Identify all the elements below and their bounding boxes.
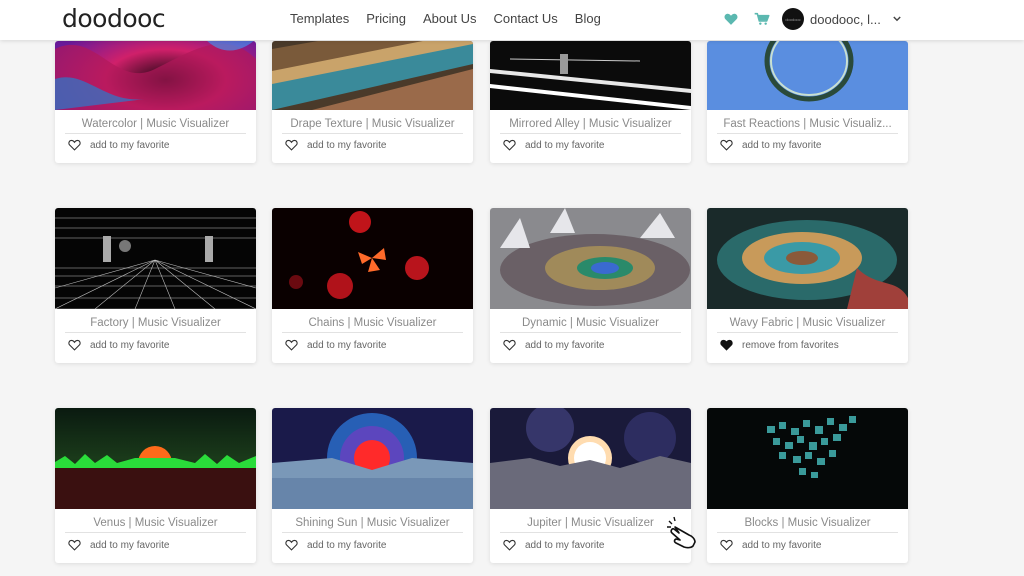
thumbnail-mirrored-alley[interactable] bbox=[490, 41, 691, 110]
thumbnail-jupiter[interactable] bbox=[490, 408, 691, 509]
add-favorite-button[interactable]: add to my favorite bbox=[503, 539, 604, 551]
favorite-label: add to my favorite bbox=[742, 139, 822, 151]
heart-outline-icon bbox=[503, 539, 516, 551]
template-card[interactable]: Blocks | Music Visualizer add to my favo… bbox=[707, 408, 908, 563]
favorite-label: add to my favorite bbox=[742, 539, 822, 551]
nav-contact-us[interactable]: Contact Us bbox=[493, 11, 557, 27]
thumbnail-fast-reactions[interactable] bbox=[707, 41, 908, 110]
cart-icon[interactable] bbox=[754, 12, 770, 26]
thumbnail-dynamic[interactable] bbox=[490, 208, 691, 309]
template-card[interactable]: Chains | Music Visualizer add to my favo… bbox=[272, 208, 473, 363]
favorite-label: add to my favorite bbox=[307, 539, 387, 551]
favorite-label: add to my favorite bbox=[90, 139, 170, 151]
thumbnail-watercolor[interactable] bbox=[55, 41, 256, 110]
card-title[interactable]: Chains | Music Visualizer bbox=[282, 316, 463, 333]
heart-outline-icon bbox=[720, 139, 733, 151]
chevron-down-icon[interactable] bbox=[893, 16, 901, 22]
thumbnail-chains[interactable] bbox=[272, 208, 473, 309]
add-favorite-button[interactable]: add to my favorite bbox=[720, 139, 821, 151]
card-title[interactable]: Shining Sun | Music Visualizer bbox=[282, 516, 463, 533]
card-title[interactable]: Watercolor | Music Visualizer bbox=[65, 117, 246, 134]
add-favorite-button[interactable]: add to my favorite bbox=[68, 339, 169, 351]
card-title[interactable]: Drape Texture | Music Visualizer bbox=[282, 117, 463, 134]
thumbnail-shining-sun[interactable] bbox=[272, 408, 473, 509]
heart-outline-icon bbox=[720, 539, 733, 551]
template-card[interactable]: Dynamic | Music Visualizer add to my fav… bbox=[490, 208, 691, 363]
thumbnail-blocks[interactable] bbox=[707, 408, 908, 509]
thumbnail-factory[interactable] bbox=[55, 208, 256, 309]
heart-outline-icon bbox=[503, 339, 516, 351]
favorite-label: add to my favorite bbox=[90, 539, 170, 551]
remove-favorite-button[interactable]: remove from favorites bbox=[720, 339, 839, 351]
card-title[interactable]: Fast Reactions | Music Visualiz... bbox=[717, 117, 898, 134]
add-favorite-button[interactable]: add to my favorite bbox=[503, 339, 604, 351]
add-favorite-button[interactable]: add to my favorite bbox=[68, 539, 169, 551]
template-card[interactable]: Mirrored Alley | Music Visualizer add to… bbox=[490, 41, 691, 163]
template-card[interactable]: Fast Reactions | Music Visualiz... add t… bbox=[707, 41, 908, 163]
add-favorite-button[interactable]: add to my favorite bbox=[285, 339, 386, 351]
heart-outline-icon bbox=[68, 339, 81, 351]
hand-cursor-icon bbox=[667, 516, 696, 549]
favorite-label: add to my favorite bbox=[525, 339, 605, 351]
heart-outline-icon bbox=[285, 139, 298, 151]
card-title[interactable]: Venus | Music Visualizer bbox=[65, 516, 246, 533]
template-card[interactable]: Drape Texture | Music Visualizer add to … bbox=[272, 41, 473, 163]
add-favorite-button[interactable]: add to my favorite bbox=[720, 539, 821, 551]
favorites-heart-icon[interactable] bbox=[724, 12, 738, 26]
add-favorite-button[interactable]: add to my favorite bbox=[285, 139, 386, 151]
nav-pricing[interactable]: Pricing bbox=[366, 11, 406, 27]
favorite-label: add to my favorite bbox=[90, 339, 170, 351]
site-logo[interactable]: doodooc bbox=[62, 4, 166, 34]
nav-templates[interactable]: Templates bbox=[290, 11, 349, 27]
card-title[interactable]: Factory | Music Visualizer bbox=[65, 316, 246, 333]
avatar[interactable]: doodooc bbox=[782, 8, 804, 30]
favorite-label: remove from favorites bbox=[742, 339, 839, 351]
template-card[interactable]: Shining Sun | Music Visualizer add to my… bbox=[272, 408, 473, 563]
thumbnail-venus[interactable] bbox=[55, 408, 256, 509]
heart-outline-icon bbox=[285, 339, 298, 351]
card-title[interactable]: Dynamic | Music Visualizer bbox=[500, 316, 681, 333]
user-name[interactable]: doodooc, l... bbox=[810, 12, 881, 27]
favorite-label: add to my favorite bbox=[307, 139, 387, 151]
template-card[interactable]: Factory | Music Visualizer add to my fav… bbox=[55, 208, 256, 363]
favorite-label: add to my favorite bbox=[525, 539, 605, 551]
template-card[interactable]: Venus | Music Visualizer add to my favor… bbox=[55, 408, 256, 563]
heart-outline-icon bbox=[68, 539, 81, 551]
card-title[interactable]: Wavy Fabric | Music Visualizer bbox=[717, 316, 898, 333]
thumbnail-drape-texture[interactable] bbox=[272, 41, 473, 110]
add-favorite-button[interactable]: add to my favorite bbox=[503, 139, 604, 151]
nav-about-us[interactable]: About Us bbox=[423, 11, 476, 27]
add-favorite-button[interactable]: add to my favorite bbox=[68, 139, 169, 151]
add-favorite-button[interactable]: add to my favorite bbox=[285, 539, 386, 551]
main-nav: Templates Pricing About Us Contact Us Bl… bbox=[290, 11, 618, 27]
heart-outline-icon bbox=[285, 539, 298, 551]
thumbnail-wavy-fabric[interactable] bbox=[707, 208, 908, 309]
favorite-label: add to my favorite bbox=[307, 339, 387, 351]
header-user-area: doodooc doodooc, l... bbox=[724, 8, 901, 30]
template-card[interactable]: Jupiter | Music Visualizer add to my fav… bbox=[490, 408, 691, 563]
heart-outline-icon bbox=[503, 139, 516, 151]
avatar-label: doodooc bbox=[785, 16, 801, 22]
template-card[interactable]: Wavy Fabric | Music Visualizer remove fr… bbox=[707, 208, 908, 363]
template-grid: Watercolor | Music Visualizer add to my … bbox=[55, 0, 910, 576]
heart-outline-icon bbox=[68, 139, 81, 151]
template-card[interactable]: Watercolor | Music Visualizer add to my … bbox=[55, 41, 256, 163]
heart-filled-icon bbox=[720, 339, 733, 351]
card-title[interactable]: Mirrored Alley | Music Visualizer bbox=[500, 117, 681, 134]
card-title[interactable]: Blocks | Music Visualizer bbox=[717, 516, 898, 533]
favorite-label: add to my favorite bbox=[525, 139, 605, 151]
top-header: doodooc Templates Pricing About Us Conta… bbox=[0, 0, 1024, 40]
nav-blog[interactable]: Blog bbox=[575, 11, 601, 27]
card-title[interactable]: Jupiter | Music Visualizer bbox=[500, 516, 681, 533]
